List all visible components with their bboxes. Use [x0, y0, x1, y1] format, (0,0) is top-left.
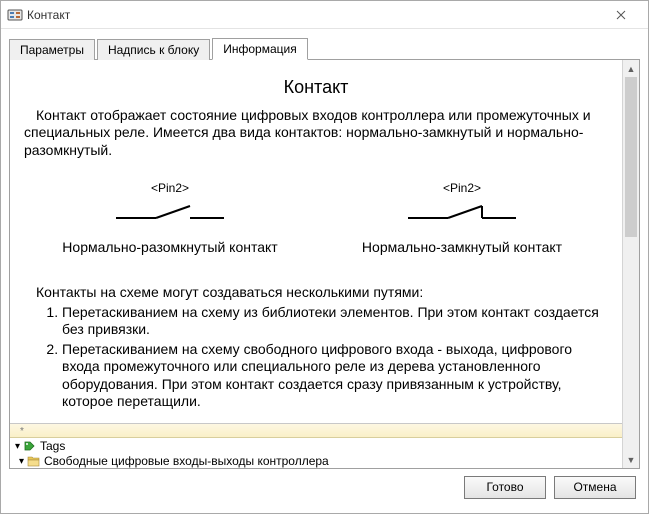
- diagram-no: <Pin2>: [110, 181, 230, 229]
- scroll-down-button[interactable]: ▼: [623, 451, 639, 468]
- way-item-1: Перетаскиванием на схему из библиотеки э…: [62, 304, 608, 339]
- tree-tags-label: Tags: [40, 439, 65, 454]
- collapse-icon[interactable]: ▾: [12, 439, 23, 454]
- scroll-up-button[interactable]: ▲: [623, 60, 639, 77]
- vertical-scrollbar[interactable]: ▲ ▼: [622, 60, 639, 468]
- scroll-track[interactable]: [623, 77, 639, 451]
- diagram-row: <Pin2> <Pin2>: [24, 181, 608, 229]
- tree-panel: * ▾ Tags ▾: [10, 423, 622, 469]
- way-item-2: Перетаскиванием на схему свободного цифр…: [62, 341, 608, 411]
- scroll-thumb[interactable]: [625, 77, 637, 237]
- collapse-icon[interactable]: ▾: [16, 454, 27, 469]
- ok-button[interactable]: Готово: [464, 476, 546, 499]
- info-content: Контакт Контакт отображает состояние циф…: [10, 60, 622, 468]
- tab-strip: Параметры Надпись к блоку Информация: [9, 37, 640, 59]
- symbol-normally-closed-icon: [402, 198, 522, 224]
- caption-row: Нормально-разомкнутый контакт Нормально-…: [24, 239, 608, 257]
- ways-intro: Контакты на схеме могут создаваться неск…: [24, 284, 608, 302]
- pin-label-right: <Pin2>: [402, 181, 522, 196]
- client-area: Параметры Надпись к блоку Информация Кон…: [1, 29, 648, 513]
- tree-tags-row[interactable]: ▾ Tags: [12, 439, 620, 454]
- tab-block-label[interactable]: Надпись к блоку: [97, 39, 210, 60]
- title-bar: Контакт: [1, 1, 648, 29]
- tree-header: *: [10, 424, 622, 438]
- tab-panel: Контакт Контакт отображает состояние циф…: [9, 59, 640, 469]
- symbol-normally-open-icon: [110, 198, 230, 224]
- folder-icon: [27, 454, 41, 468]
- caption-nc: Нормально-замкнутый контакт: [328, 239, 597, 257]
- app-icon: [7, 7, 23, 23]
- cancel-button[interactable]: Отмена: [554, 476, 636, 499]
- tags-icon: [23, 439, 37, 453]
- diagram-nc: <Pin2>: [402, 181, 522, 229]
- tree-body[interactable]: ▾ Tags ▾ Свободные цифровые входы-выхо: [10, 438, 622, 469]
- pin-label-left: <Pin2>: [110, 181, 230, 196]
- ways-list: Перетаскиванием на схему из библиотеки э…: [44, 304, 608, 411]
- dialog-window: Контакт Параметры Надпись к блоку Информ…: [0, 0, 649, 514]
- doc-description: Контакт отображает состояние цифровых вх…: [24, 107, 608, 160]
- caption-no: Нормально-разомкнутый контакт: [36, 239, 305, 257]
- tree-header-mark: *: [20, 426, 24, 437]
- tree-group-row[interactable]: ▾ Свободные цифровые входы-выходы контро…: [12, 454, 620, 469]
- close-button[interactable]: [600, 4, 642, 26]
- window-title: Контакт: [27, 8, 600, 22]
- tab-info[interactable]: Информация: [212, 38, 307, 60]
- tree-group-label: Свободные цифровые входы-выходы контролл…: [44, 454, 329, 469]
- tab-params[interactable]: Параметры: [9, 39, 95, 60]
- dialog-button-row: Готово Отмена: [9, 469, 640, 505]
- doc-heading: Контакт: [24, 76, 608, 99]
